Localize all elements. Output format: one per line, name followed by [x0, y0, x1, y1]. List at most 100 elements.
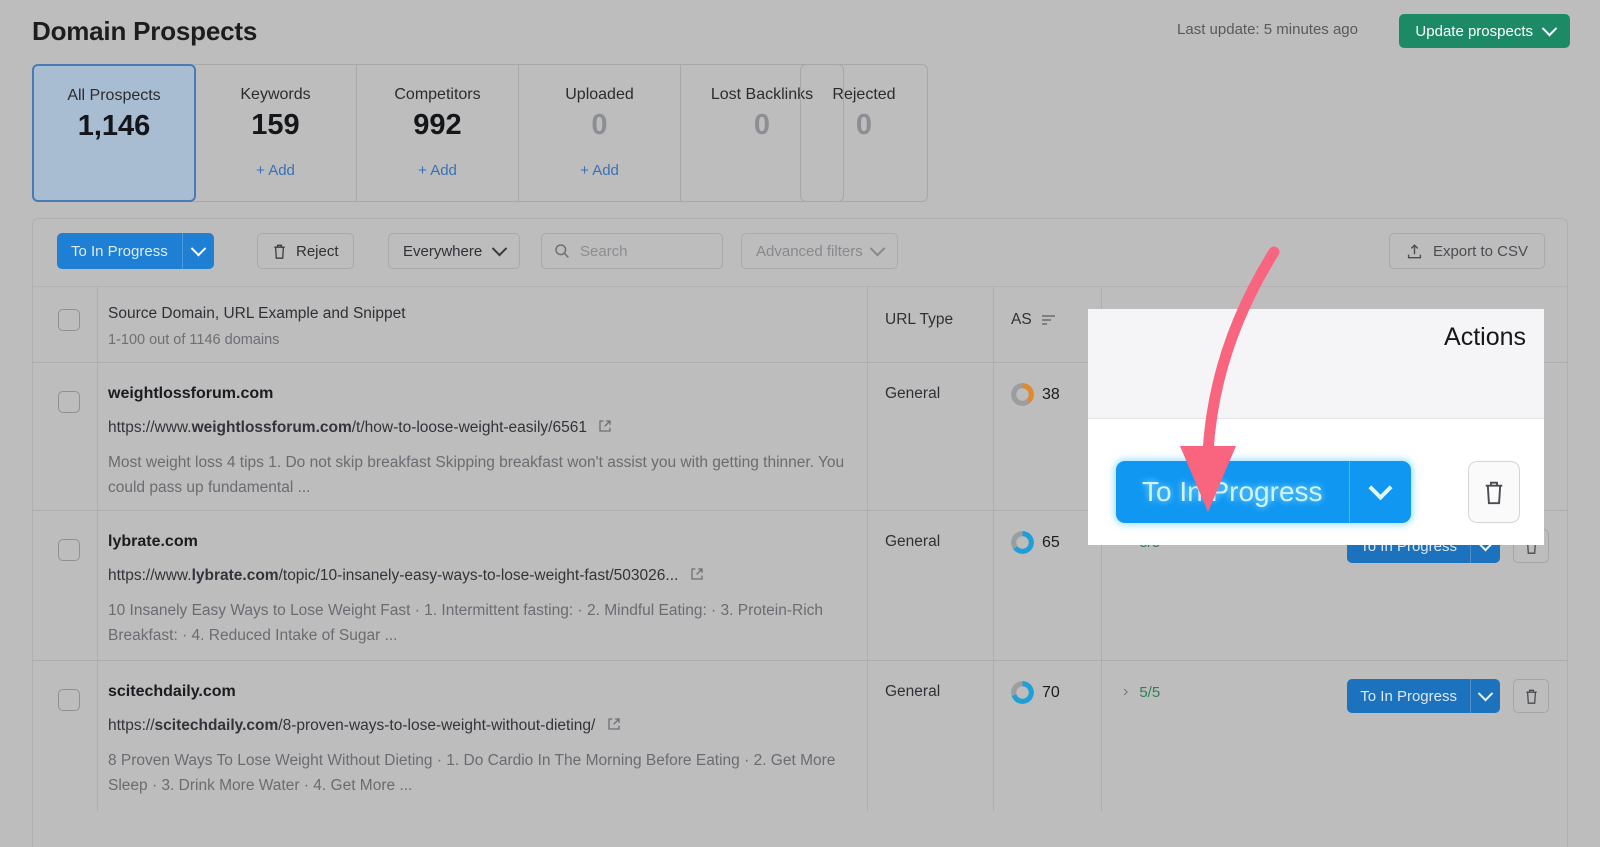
- chevron-right-icon: ›: [1123, 683, 1128, 701]
- chevron-down-icon: [492, 240, 508, 256]
- highlighted-to-in-progress-button[interactable]: To In Progress: [1116, 461, 1411, 523]
- chevron-down-icon[interactable]: [182, 233, 214, 269]
- tab-all-prospects[interactable]: All Prospects 1,146: [32, 64, 196, 202]
- source-domain[interactable]: weightlossforum.com: [108, 385, 273, 403]
- snippet: 10 Insanely Easy Ways to Lose Weight Fas…: [108, 598, 868, 648]
- url-domain: weightlossforum.com: [192, 419, 352, 436]
- last-update-text: Last update: 5 minutes ago: [1177, 21, 1358, 38]
- search-icon: [554, 243, 570, 259]
- page-header: Domain Prospects Last update: 5 minutes …: [0, 0, 1600, 60]
- tab-uploaded[interactable]: Uploaded 0 + Add: [519, 65, 681, 201]
- tab-value: 992: [357, 109, 518, 142]
- tab-value: 0: [519, 109, 680, 142]
- chevron-down-icon: [1542, 20, 1558, 36]
- tab-label: Keywords: [195, 86, 356, 104]
- update-prospects-button[interactable]: Update prospects: [1399, 14, 1570, 48]
- bulk-status-button[interactable]: To In Progress: [57, 233, 214, 269]
- url-type-value: General: [885, 683, 940, 701]
- callout-body: To In Progress: [1088, 419, 1544, 545]
- chevron-down-icon[interactable]: [1349, 461, 1411, 523]
- bulk-status-label: To In Progress: [57, 233, 182, 269]
- add-competitors-link[interactable]: + Add: [357, 162, 518, 179]
- prospect-stat-tabs: All Prospects 1,146 Keywords 159 + Add C…: [32, 64, 844, 202]
- tab-label: All Prospects: [34, 87, 194, 105]
- row-checkbox[interactable]: [58, 391, 80, 413]
- authority-value: 70: [1042, 684, 1060, 702]
- export-label: Export to CSV: [1433, 243, 1528, 260]
- url-prefix: https://www.: [108, 419, 192, 436]
- tab-competitors[interactable]: Competitors 992 + Add: [357, 65, 519, 201]
- snippet: 8 Proven Ways To Lose Weight Without Die…: [108, 748, 868, 798]
- external-link-icon[interactable]: [690, 567, 704, 581]
- keyword-score-value: 5/5: [1139, 684, 1160, 701]
- url-example[interactable]: https://www.weightlossforum.com/t/how-to…: [108, 419, 612, 437]
- url-type-value: General: [885, 533, 940, 551]
- column-header-as-label: AS: [1011, 311, 1032, 329]
- reject-button[interactable]: Reject: [257, 233, 354, 269]
- authority-score: 70: [1011, 681, 1060, 704]
- tab-value: 1,146: [34, 110, 194, 143]
- tab-value: 0: [801, 109, 927, 142]
- highlighted-to-in-progress-label: To In Progress: [1116, 461, 1349, 523]
- authority-donut: [1011, 383, 1034, 406]
- domain-prospects-page: Domain Prospects Last update: 5 minutes …: [0, 0, 1600, 847]
- url-prefix: https://www.: [108, 567, 192, 584]
- column-header-source-domain: Source Domain, URL Example and Snippet 1…: [108, 305, 406, 348]
- source-domain[interactable]: scitechdaily.com: [108, 683, 236, 701]
- advanced-filters-button[interactable]: Advanced filters: [741, 233, 898, 269]
- authority-donut: [1011, 531, 1034, 554]
- column-header-url-type: URL Type: [885, 311, 953, 329]
- page-title: Domain Prospects: [32, 16, 257, 47]
- column-title: Source Domain, URL Example and Snippet: [108, 305, 406, 323]
- chevron-down-icon[interactable]: [1470, 679, 1500, 713]
- add-keywords-link[interactable]: + Add: [195, 162, 356, 179]
- url-domain: scitechdaily.com: [155, 717, 279, 734]
- keyword-score[interactable]: › 5/5: [1123, 683, 1160, 701]
- tab-rejected[interactable]: Rejected 0: [800, 64, 928, 202]
- row-checkbox[interactable]: [58, 539, 80, 561]
- export-to-csv-button[interactable]: Export to CSV: [1389, 233, 1545, 269]
- upload-icon: [1406, 243, 1423, 260]
- authority-donut: [1011, 681, 1034, 704]
- result-count: 1-100 out of 1146 domains: [108, 332, 406, 348]
- column-header-as[interactable]: AS: [1011, 311, 1056, 329]
- row-actions: To In Progress: [1347, 679, 1549, 713]
- search-box[interactable]: [541, 233, 723, 269]
- actions-callout-overlay: Actions To In Progress: [1088, 309, 1544, 545]
- tab-label: Competitors: [357, 86, 518, 104]
- url-path: /topic/10-insanely-easy-ways-to-lose-wei…: [279, 567, 679, 584]
- trash-icon: [1482, 479, 1506, 506]
- search-input[interactable]: [580, 243, 710, 260]
- external-link-icon[interactable]: [607, 717, 621, 731]
- to-in-progress-label: To In Progress: [1347, 679, 1470, 713]
- chevron-down-icon: [869, 240, 885, 256]
- to-in-progress-button[interactable]: To In Progress: [1347, 679, 1500, 713]
- row-checkbox[interactable]: [58, 689, 80, 711]
- delete-row-button[interactable]: [1513, 679, 1549, 713]
- tab-keywords[interactable]: Keywords 159 + Add: [195, 65, 357, 201]
- update-prospects-label: Update prospects: [1415, 23, 1533, 40]
- url-example[interactable]: https://scitechdaily.com/8-proven-ways-t…: [108, 717, 621, 735]
- trash-icon: [272, 243, 287, 260]
- source-domain[interactable]: lybrate.com: [108, 533, 198, 551]
- tab-label: Rejected: [801, 86, 927, 104]
- external-link-icon[interactable]: [598, 419, 612, 433]
- url-path: /t/how-to-loose-weight-easily/6561: [352, 419, 587, 436]
- sort-icon[interactable]: [1041, 314, 1056, 326]
- authority-value: 38: [1042, 386, 1060, 404]
- authority-score: 65: [1011, 531, 1060, 554]
- select-all-checkbox[interactable]: [58, 309, 80, 331]
- scope-label: Everywhere: [403, 243, 482, 260]
- add-uploaded-link[interactable]: + Add: [519, 162, 680, 179]
- advanced-filters-label: Advanced filters: [756, 243, 863, 260]
- url-type-value: General: [885, 385, 940, 403]
- actions-column-title: Actions: [1444, 323, 1526, 352]
- tab-value: 159: [195, 109, 356, 142]
- authority-value: 65: [1042, 534, 1060, 552]
- snippet: Most weight loss 4 tips 1. Do not skip b…: [108, 450, 868, 500]
- tab-label: Uploaded: [519, 86, 680, 104]
- table-row: scitechdaily.com https://scitechdaily.co…: [33, 661, 1567, 811]
- url-example[interactable]: https://www.lybrate.com/topic/10-insanel…: [108, 567, 704, 585]
- highlighted-delete-button[interactable]: [1468, 461, 1520, 523]
- scope-filter-button[interactable]: Everywhere: [388, 233, 520, 269]
